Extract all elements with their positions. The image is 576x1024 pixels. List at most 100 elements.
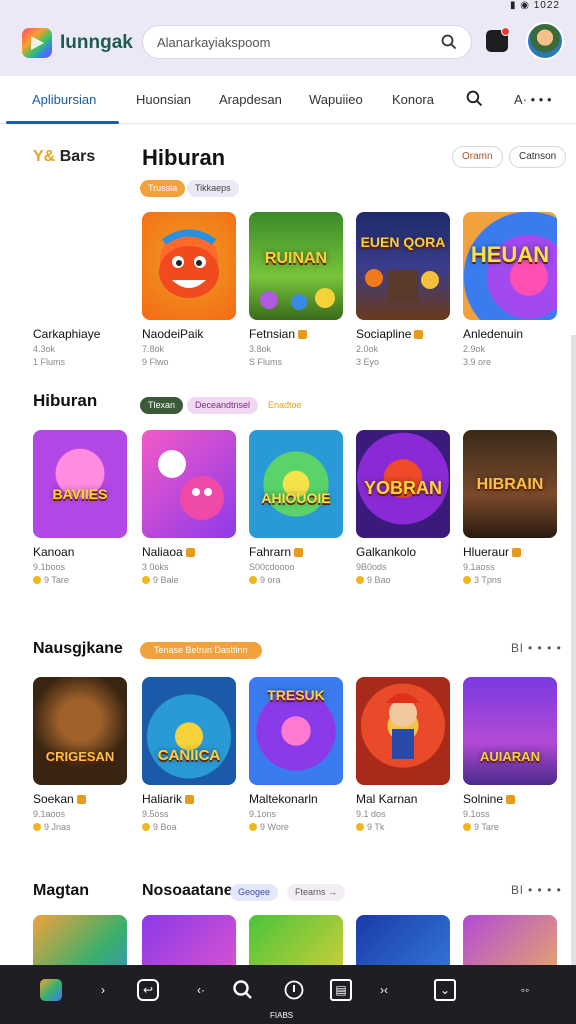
coin-icon (463, 576, 471, 584)
app-name: Soekan (33, 792, 127, 806)
avatar[interactable] (526, 22, 564, 60)
app-rating: 9 Flwo (142, 357, 169, 367)
app-name: Fetnsian (249, 327, 343, 341)
verified-badge-icon (512, 548, 522, 557)
app-card[interactable]: AUIARAN Solnine 9.1oss 9 Tare (463, 677, 557, 832)
app-rating: 9 Boa (142, 822, 236, 832)
tab-arapdesan[interactable]: Arapdesan (219, 92, 282, 107)
app-size: 9.1ons (249, 809, 277, 819)
app-card[interactable]: TRESUK Maltekonarln 9.1ons 9 Wore (249, 677, 343, 832)
tab-huonsian[interactable]: Huonsian (136, 92, 191, 107)
bottom-bar-label: FIABS (270, 1011, 294, 1020)
tab-wapuiieo[interactable]: Wapuiieo (309, 92, 363, 107)
app-size: 4.3ok (33, 344, 56, 354)
library-icon[interactable]: ▤ (330, 979, 352, 1001)
status-time: 1022 (533, 0, 560, 11)
nav-tabs: Aplibursian Huonsian Arapdesan Wapuiieo … (0, 76, 576, 124)
section-chip[interactable]: Tenase Betrun Dasttinn (140, 642, 262, 659)
app-card[interactable]: Mal Karnan 9.1 dos 9 Tk (356, 677, 450, 832)
app-card[interactable]: CRIGESAN Soekan 9.1aoos 9 Jnas (33, 677, 127, 832)
app-size: 2.9ok (463, 344, 486, 354)
app-header: Iunngak Alanarkayiakspoom (0, 14, 576, 76)
app-size: 7.8ok (142, 344, 165, 354)
thumbnail-art-text: CRIGESAN (45, 749, 115, 764)
home-icon[interactable] (40, 979, 62, 1001)
section-chip[interactable]: Ftearns → (287, 884, 346, 901)
app-card[interactable]: YOBRAN Galkankolo 9B0ods 9 Bao (356, 430, 450, 585)
app-thumbnail[interactable] (249, 915, 343, 965)
app-rating: 3.9 ore (463, 357, 492, 367)
app-size: S00cdoooo (249, 562, 295, 572)
app-size: 9.1aoos (33, 809, 66, 819)
app-card[interactable]: BAVIIES Kanoan 9.1boos 9 Tare (33, 430, 127, 585)
tab-konora[interactable]: Konora (392, 92, 434, 107)
app-thumbnail: BAVIIES (33, 430, 127, 538)
search-icon[interactable] (441, 34, 457, 50)
section-chip[interactable]: Tlexan (140, 397, 184, 414)
app-card[interactable]: HIBRAIN Hlueraur 9.1aoss 3 Tpns (463, 430, 557, 585)
app-name: NaodeiPaik (142, 327, 204, 341)
download-icon[interactable]: ⌄ (434, 979, 456, 1001)
app-rating: 1 Flums (33, 357, 66, 367)
tab-search-icon[interactable] (466, 90, 483, 107)
section-action-button[interactable]: Catnson (509, 146, 567, 168)
search-input[interactable]: Alanarkayiakspoom (157, 35, 270, 50)
app-name: Fahrarn (249, 545, 343, 559)
app-card[interactable]: CANIICA Haliarik 9.5oss 9 Boa (142, 677, 236, 832)
app-card[interactable]: Naliaoa 3 0oks 9 Bale (142, 430, 236, 585)
queue-icon[interactable]: ›‹ (373, 979, 395, 1001)
app-size: 9.5oss (142, 809, 169, 819)
store-bag-icon[interactable] (486, 27, 510, 52)
app-thumbnail: AUIARAN (463, 677, 557, 785)
tab-more[interactable]: A· • • • (514, 92, 552, 107)
coin-icon (356, 823, 364, 831)
app-thumbnail: YOBRAN (356, 430, 450, 538)
section-action-button[interactable]: Oramn (452, 146, 503, 168)
app-size: 3 0oks (142, 562, 169, 572)
app-size: 9.1 dos (356, 809, 386, 819)
app-name: Galkankolo (356, 545, 417, 559)
notification-dot (501, 27, 510, 36)
verified-badge-icon (185, 548, 195, 557)
profile-icon[interactable]: ◦◦ (514, 979, 536, 1001)
coin-icon (142, 823, 150, 831)
scrollbar[interactable] (571, 335, 576, 965)
app-card[interactable]: HEUAN Anledenuin 2.9ok 3.9 ore (463, 212, 557, 367)
app-thumbnail[interactable] (356, 915, 450, 965)
app-thumbnail[interactable] (142, 915, 236, 965)
app-card[interactable]: AHIOUOIE Fahrarn S00cdoooo 9 ora (249, 430, 343, 585)
app-card[interactable]: Carkaphiaye 4.3ok 1 Flums (33, 212, 127, 367)
back-icon[interactable]: ‹· (190, 979, 212, 1001)
coin-icon (249, 576, 257, 584)
bottom-navigation: › ↩ ‹· ▤ ›‹ ⌄ ◦◦ FIABS (0, 965, 576, 1024)
thumbnail-art-text: YOBRAN (363, 478, 442, 498)
apps-icon[interactable]: ↩ (137, 979, 159, 1001)
section-chip[interactable]: Tikkaeps (187, 180, 239, 197)
app-card[interactable]: EUEN QORA Sociapline 2.0ok 3 Eyo (356, 212, 450, 367)
search-bar[interactable]: Alanarkayiakspoom (142, 25, 472, 59)
app-card[interactable]: NaodeiPaik 7.8ok 9 Flwo (142, 212, 236, 367)
section-chip[interactable]: Trussia (140, 180, 186, 197)
app-name: Carkaphiaye (33, 327, 101, 341)
search-icon[interactable] (232, 979, 254, 1001)
app-size: 9.1boos (33, 562, 66, 572)
info-icon[interactable] (283, 979, 305, 1001)
sidebar-title: Y& Bars (33, 148, 95, 166)
app-thumbnail[interactable] (463, 915, 557, 965)
section-chip[interactable]: Geogee (230, 884, 279, 901)
section-chip[interactable]: Enadtoe (260, 397, 310, 414)
app-logo-icon[interactable] (22, 28, 52, 58)
section-subtitle: Nosoaatane (142, 882, 233, 899)
app-rating: 9 Wore (249, 822, 343, 832)
section-chip[interactable]: Deceandtnsel (187, 397, 259, 414)
arrow-icon[interactable]: › (92, 979, 114, 1001)
active-tab-indicator (6, 121, 119, 124)
section-more-button[interactable]: Bl • • • • (511, 641, 562, 655)
section-more-button[interactable]: Bl • • • • (511, 883, 562, 897)
app-rating: 9 ora (249, 575, 343, 585)
app-name: Solnine (463, 792, 557, 806)
app-thumbnail[interactable] (33, 915, 127, 965)
coin-icon (142, 576, 150, 584)
app-card[interactable]: RUINAN Fetnsian 3.8ok S Flums (249, 212, 343, 367)
tab-aplibursian[interactable]: Aplibursian (32, 92, 96, 107)
